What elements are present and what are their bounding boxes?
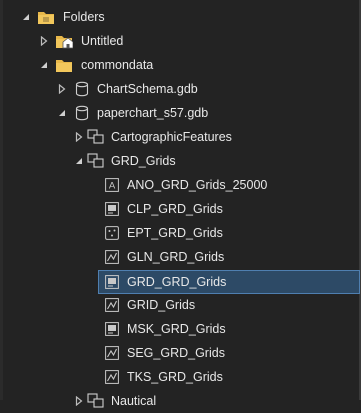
polygon-feature-icon (103, 273, 121, 291)
feature-class-label: GRD_GRD_Grids (127, 275, 227, 289)
feature-class-item[interactable]: EPT_GRD_Grids (0, 221, 359, 245)
feature-class-label: CLP_GRD_Grids (127, 202, 223, 216)
expanded-arrow-icon[interactable] (73, 155, 85, 167)
feature-class-label: MSK_GRD_Grids (127, 322, 226, 336)
tree-node-label: GRD_Grids (111, 154, 176, 168)
feature-class-item[interactable]: GRD_GRD_Grids (98, 270, 360, 294)
tree-node-label: Untitled (81, 34, 124, 48)
expanded-arrow-icon[interactable] (20, 11, 32, 23)
feature-dataset-icon (87, 392, 105, 410)
collapsed-arrow-icon[interactable] (38, 35, 50, 47)
feature-class-label: GRID_Grids (127, 298, 196, 312)
polygon-feature-icon (103, 200, 121, 218)
home-folder-icon (55, 32, 73, 50)
feature-class-item[interactable]: GLN_GRD_Grids (0, 245, 359, 269)
expanded-arrow-icon[interactable] (56, 107, 68, 119)
tree-node-cartographic-features[interactable]: CartographicFeatures (0, 125, 359, 149)
line-feature-icon (103, 296, 121, 314)
feature-class-item[interactable]: TKS_GRD_Grids (0, 365, 359, 389)
feature-class-item[interactable]: A ANO_GRD_Grids_25000 (0, 173, 359, 197)
line-feature-icon (103, 368, 121, 386)
annotation-icon: A (103, 176, 121, 194)
feature-dataset-icon (87, 152, 105, 170)
expanded-arrow-icon[interactable] (38, 59, 50, 71)
line-feature-icon (103, 344, 121, 362)
feature-class-label: ANO_GRD_Grids_25000 (127, 178, 268, 192)
tree-node-folders[interactable]: Folders (0, 5, 359, 29)
point-feature-icon (103, 224, 121, 242)
tree-node-paperchart-gdb[interactable]: paperchart_s57.gdb (0, 101, 359, 125)
tree-node-commondata[interactable]: commondata (0, 53, 359, 77)
feature-class-item[interactable]: CLP_GRD_Grids (0, 197, 359, 221)
feature-dataset-icon (87, 128, 105, 146)
tree-node-partial[interactable]: Nautical (0, 389, 359, 413)
feature-class-label: TKS_GRD_Grids (127, 370, 223, 384)
tree-node-label: Folders (63, 10, 105, 24)
tree-node-label: commondata (81, 58, 154, 72)
tree-node-label: ChartSchema.gdb (97, 82, 198, 96)
tree-node-grd-grids-dataset[interactable]: GRD_Grids (0, 149, 359, 173)
geodatabase-icon (73, 104, 91, 122)
feature-class-label: GLN_GRD_Grids (127, 250, 225, 264)
tree-node-label: paperchart_s57.gdb (97, 106, 209, 120)
tree-node-untitled[interactable]: Untitled (0, 29, 359, 53)
tree-node-label: CartographicFeatures (111, 130, 232, 144)
feature-class-item[interactable]: GRID_Grids (0, 293, 359, 317)
collapsed-arrow-icon[interactable] (73, 395, 85, 407)
feature-class-item[interactable]: MSK_GRD_Grids (0, 317, 359, 341)
geodatabase-icon (73, 80, 91, 98)
tree-node-chartschema-gdb[interactable]: ChartSchema.gdb (0, 77, 359, 101)
collapsed-arrow-icon[interactable] (56, 83, 68, 95)
feature-class-label: SEG_GRD_Grids (127, 346, 225, 360)
feature-class-item[interactable]: SEG_GRD_Grids (0, 341, 359, 365)
folder-icon (55, 56, 73, 74)
polygon-feature-icon (103, 320, 121, 338)
folders-icon (37, 8, 55, 26)
line-feature-icon (103, 248, 121, 266)
svg-text:A: A (109, 181, 116, 192)
tree-node-label: Nautical (111, 394, 157, 408)
collapsed-arrow-icon[interactable] (73, 131, 85, 143)
feature-class-label: EPT_GRD_Grids (127, 226, 223, 240)
catalog-pane: Folders Untitled commondata ChartSchema.… (0, 0, 361, 408)
